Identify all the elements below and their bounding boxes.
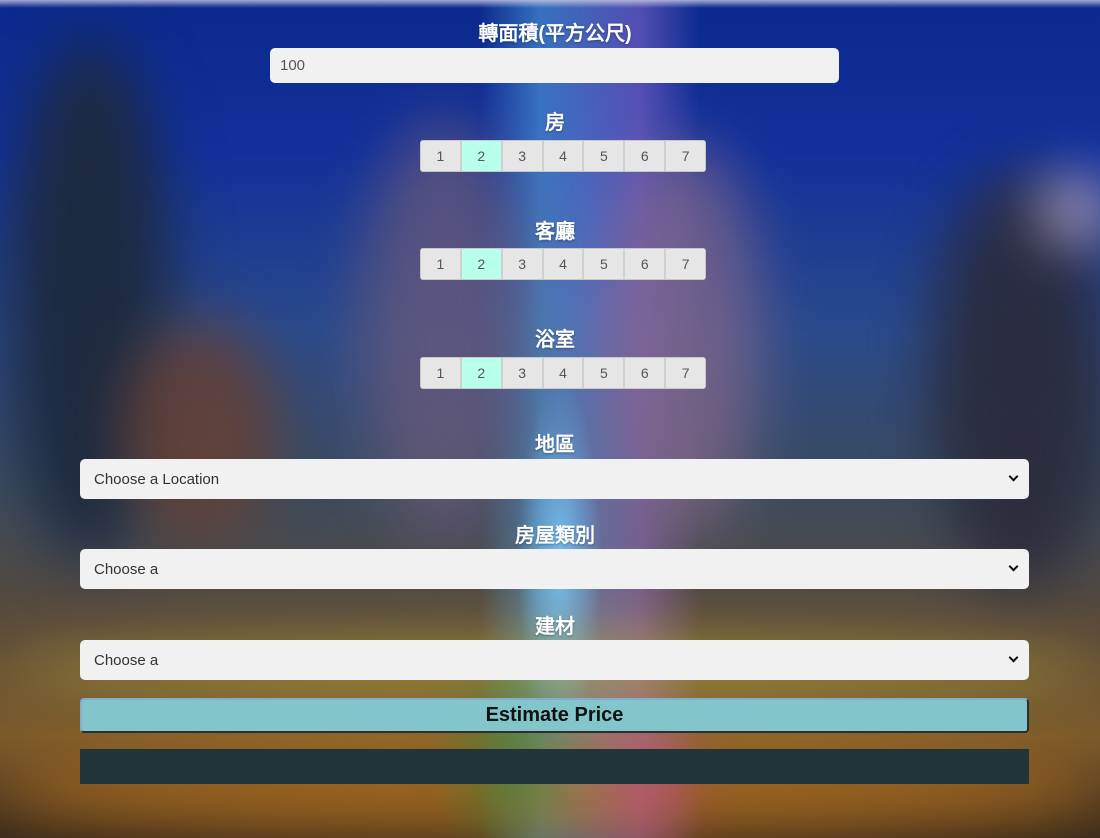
rooms-option[interactable]: 4 bbox=[543, 141, 585, 171]
bath-option[interactable]: 7 bbox=[666, 358, 705, 388]
bath-option[interactable]: 1 bbox=[421, 358, 462, 388]
house-type-label: 房屋類別 bbox=[515, 525, 595, 547]
chevron-down-icon bbox=[1008, 652, 1019, 663]
result-panel bbox=[80, 749, 1029, 784]
rooms-option[interactable]: 1 bbox=[421, 141, 462, 171]
bath-label: 浴室 bbox=[535, 329, 575, 351]
location-label: 地區 bbox=[535, 434, 575, 456]
rooms-option[interactable]: 6 bbox=[625, 141, 667, 171]
living-option[interactable]: 5 bbox=[584, 249, 626, 279]
rooms-option[interactable]: 7 bbox=[666, 141, 705, 171]
chevron-down-icon bbox=[1008, 561, 1019, 572]
bath-option[interactable]: 4 bbox=[543, 358, 585, 388]
material-select-value: Choose a bbox=[94, 651, 159, 669]
living-option[interactable]: 3 bbox=[502, 249, 544, 279]
living-option[interactable]: 2 bbox=[461, 249, 503, 279]
house-type-select-value: Choose a bbox=[94, 560, 159, 578]
chevron-down-icon bbox=[1008, 471, 1019, 482]
material-select[interactable]: Choose a bbox=[80, 640, 1029, 680]
rooms-option[interactable]: 5 bbox=[584, 141, 626, 171]
material-label: 建材 bbox=[535, 616, 575, 638]
area-input[interactable] bbox=[270, 48, 839, 83]
location-select-value: Choose a Location bbox=[94, 470, 220, 488]
living-option[interactable]: 7 bbox=[666, 249, 705, 279]
rooms-selector: 1234567 bbox=[420, 140, 706, 172]
rooms-option[interactable]: 3 bbox=[502, 141, 544, 171]
bath-option[interactable]: 2 bbox=[461, 358, 503, 388]
rooms-label: 房 bbox=[545, 112, 565, 134]
area-label: 轉面積(平方公尺) bbox=[478, 23, 632, 45]
bath-option[interactable]: 6 bbox=[625, 358, 667, 388]
bath-selector: 1234567 bbox=[420, 357, 706, 389]
bath-option[interactable]: 5 bbox=[584, 358, 626, 388]
location-select[interactable]: Choose a Location bbox=[80, 459, 1029, 499]
living-option[interactable]: 4 bbox=[543, 249, 585, 279]
house-type-select[interactable]: Choose a bbox=[80, 549, 1029, 589]
bath-option[interactable]: 3 bbox=[502, 358, 544, 388]
living-option[interactable]: 6 bbox=[625, 249, 667, 279]
living-option[interactable]: 1 bbox=[421, 249, 462, 279]
living-label: 客廳 bbox=[535, 221, 575, 243]
estimate-form: 轉面積(平方公尺) 房 1234567 客廳 1234567 浴室 123456… bbox=[0, 0, 1100, 838]
living-selector: 1234567 bbox=[420, 248, 706, 280]
estimate-price-button[interactable]: Estimate Price bbox=[80, 698, 1029, 733]
rooms-option[interactable]: 2 bbox=[461, 141, 503, 171]
